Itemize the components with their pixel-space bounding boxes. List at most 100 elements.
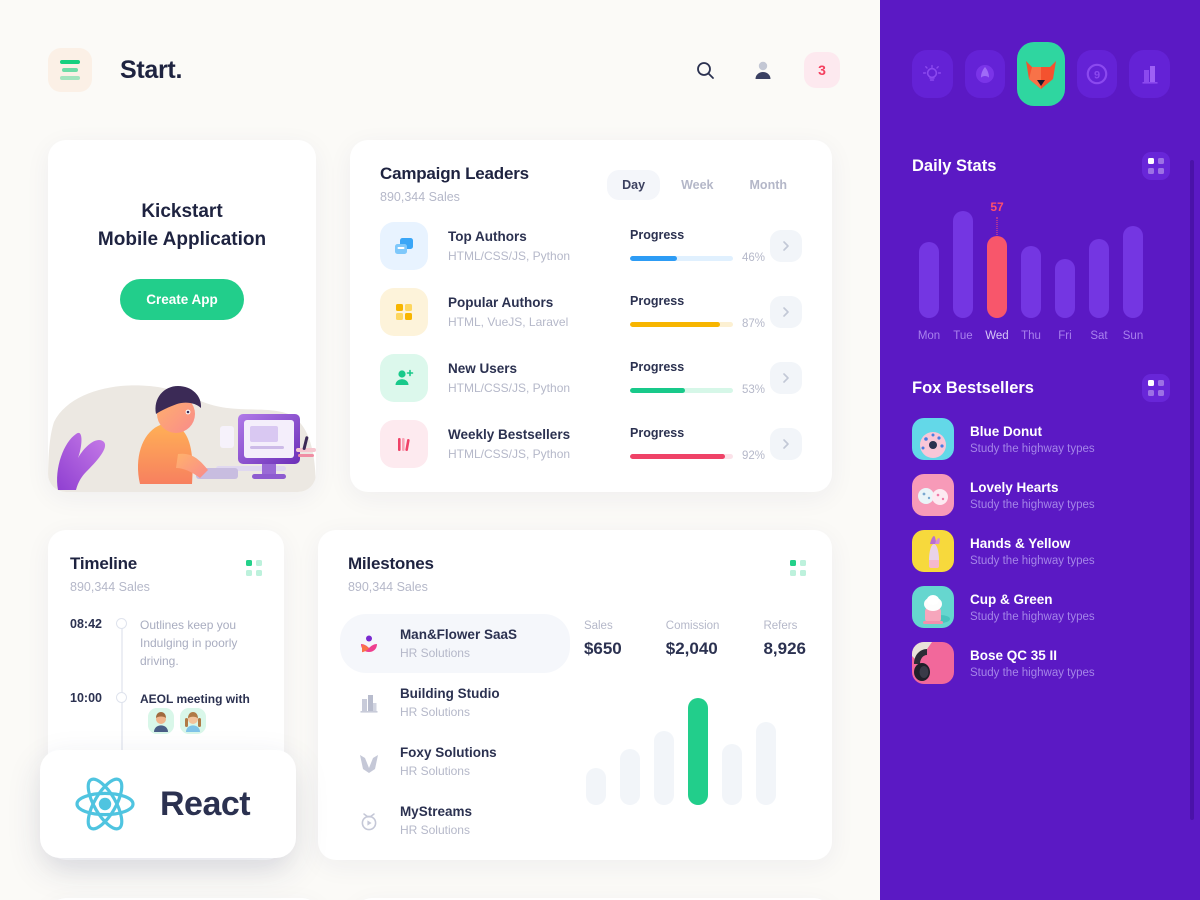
leader-row[interactable]: New Users HTML/CSS/JS, Python Progress 5… [372,354,806,402]
hamburger-menu-icon[interactable] [48,48,92,92]
leader-name: Top Authors [448,229,527,244]
day-label: Thu [1021,330,1041,342]
leader-row[interactable]: Weekly Bestsellers HTML/CSS/JS, Python P… [372,420,806,468]
person-at-computer-illustration [48,385,316,492]
chevron-right-icon[interactable] [770,428,802,460]
app-icon-number-nine[interactable]: 9 [1076,50,1118,98]
dashboard-root: Start. 3 Kickstart Mobile Application Cr… [0,0,1200,900]
company-item-active[interactable]: Man&Flower SaaS HR Solutions [339,614,570,673]
app-icon-rocket-arrow[interactable] [964,50,1006,98]
day-bar [1055,259,1075,318]
day-bar [919,242,939,318]
stat-label: Sales [583,620,613,632]
leader-row[interactable]: Popular Authors HTML, VueJS, Laravel Pro… [372,288,806,336]
leader-stack: HTML/CSS/JS, Python [448,249,571,263]
react-label: React [160,784,251,823]
day-label: Fri [1058,330,1072,342]
main-content: Start. 3 Kickstart Mobile Application Cr… [0,0,880,900]
company-item[interactable]: MyStreams HR Solutions [340,791,570,850]
grid-dots-icon[interactable] [1142,152,1170,180]
company-item[interactable]: Building Studio HR Solutions [340,673,570,732]
chart-bar [653,730,674,805]
promo-title: Kickstart Mobile Application [48,198,316,253]
bestseller-item[interactable]: Hands & Yellow Study the highway types [912,530,1170,572]
bestsellers-title: Fox Bestsellers [912,378,1034,397]
stat-value: $650 [583,639,622,658]
lovely-hearts-thumb [912,474,954,516]
progress-fill [630,255,678,261]
day-column [1048,198,1082,318]
app-icon-lightbulb[interactable] [912,50,953,98]
grid-dots-icon[interactable] [1142,374,1170,402]
timeline-title: Timeline [70,554,138,573]
flower-logo-icon [354,629,384,659]
app-icon-buildings[interactable] [1129,50,1170,98]
tab-month[interactable]: Month [735,170,802,200]
sidebar-scrollbar[interactable] [1190,160,1194,820]
browser-window-icon [380,222,428,270]
tab-week[interactable]: Week [666,170,728,200]
day-bar [1089,238,1109,318]
progress-percent: 92% [742,450,766,462]
create-app-button[interactable]: Create App [120,279,244,321]
day-column [912,198,946,318]
company-item[interactable]: Foxy Solutions HR Solutions [340,732,570,791]
fox-chevron-icon [354,747,384,777]
row-bottom-partial [0,860,880,900]
campaign-leaders-header: Campaign Leaders 890,344 Sales Day Week … [372,164,806,204]
grid-dots-icon[interactable] [790,560,806,576]
progress-track [630,321,733,327]
company-name: Foxy Solutions [399,745,497,760]
bestseller-item[interactable]: Cup & Green Study the highway types [912,586,1170,628]
chart-bar [755,722,776,805]
tv-play-icon [354,806,384,836]
daily-stats-title: Daily Stats [912,156,997,175]
bose-headphones-thumb [912,642,954,684]
milestones-detail: Sales $650 Comission $2,040 Refers 8,926 [570,614,806,850]
bestseller-sub: Study the highway types [970,666,1095,679]
bestseller-sub: Study the highway types [970,442,1095,455]
progress-fill [630,321,720,327]
chevron-right-icon[interactable] [770,230,802,262]
timeline-avatars [148,708,206,734]
grid-dots-icon[interactable] [245,560,262,576]
row-top: Kickstart Mobile Application Create App [0,140,880,492]
user-avatar-icon[interactable] [746,53,780,87]
search-icon[interactable] [688,53,722,87]
day-label: Sat [1090,330,1108,342]
company-sub: HR Solutions [399,646,470,660]
progress-fill [630,387,685,393]
react-badge[interactable]: React [40,750,296,858]
leader-row[interactable]: Top Authors HTML/CSS/JS, Python Progress… [372,222,806,270]
buildings-icon [354,688,384,718]
day-bar [1123,225,1143,318]
day-bar [1021,246,1041,318]
day-label: Tue [953,330,973,342]
milestones-bar-chart [584,685,806,805]
bestseller-item[interactable]: Lovely Hearts Study the highway types [912,474,1170,516]
bestseller-name: Hands & Yellow [970,535,1071,551]
bestseller-item[interactable]: Blue Donut Study the highway types [912,418,1170,460]
company-sub: HR Solutions [399,764,470,778]
chevron-right-icon[interactable] [770,362,802,394]
stat-value: $2,040 [665,639,718,658]
logo-bar-3 [60,76,80,80]
progress-percent: 46% [742,252,766,264]
period-tabs: Day Week Month [607,170,802,200]
timeline-dot [116,618,127,629]
company-list: Man&Flower SaaS HR Solutions Building St… [339,614,570,850]
tab-day[interactable]: Day [607,170,661,200]
chevron-right-icon[interactable] [770,296,802,328]
header-actions: 3 [688,52,840,88]
milestones-body: Man&Flower SaaS HR Solutions Building St… [339,614,806,850]
app-icon-fox[interactable] [1017,42,1065,106]
promo-title-line1: Kickstart [141,201,223,222]
logo-bar-1 [60,60,80,64]
promo-title-line2: Mobile Application [97,228,267,250]
notification-badge[interactable]: 3 [804,52,840,88]
day-column [946,198,980,318]
bestseller-item[interactable]: Bose QC 35 II Study the highway types [912,642,1170,684]
grid-squares-icon [380,288,428,336]
bestseller-sub: Study the highway types [970,554,1095,567]
company-sub: HR Solutions [399,705,470,719]
